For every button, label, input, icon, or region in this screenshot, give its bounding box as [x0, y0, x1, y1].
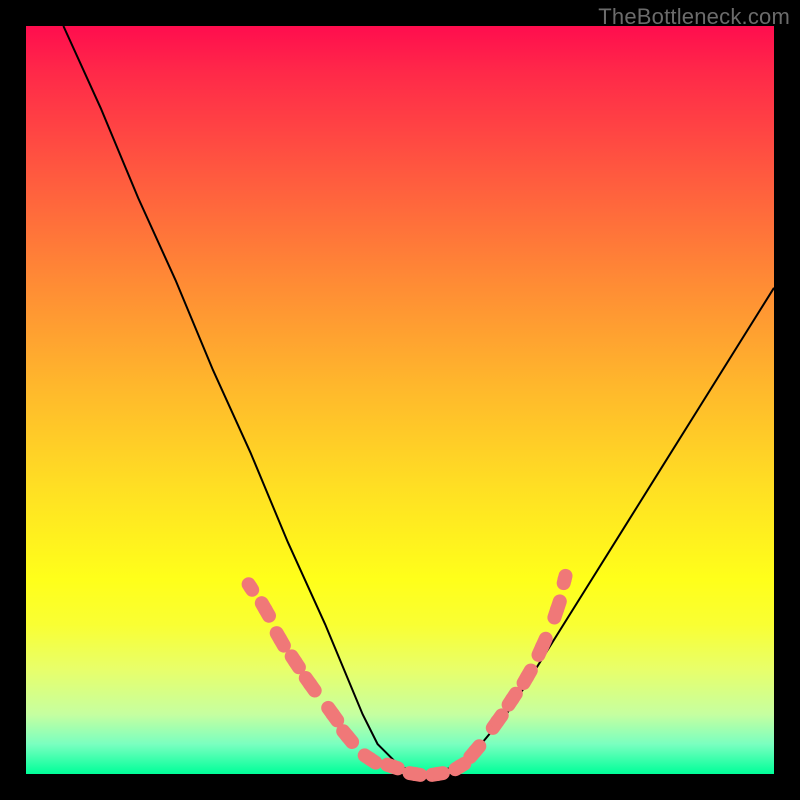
highlight-dot [258, 602, 272, 616]
highlight-markers [243, 573, 571, 782]
highlight-dot [243, 580, 257, 594]
highlight-dot [535, 640, 549, 654]
chart-svg [26, 26, 774, 774]
highlight-dot [453, 760, 467, 774]
highlight-dot [363, 752, 377, 766]
highlight-dot [273, 632, 287, 646]
highlight-dot [468, 745, 482, 759]
highlight-dot [408, 767, 422, 781]
highlight-dot [386, 760, 400, 774]
watermark-text: TheBottleneck.com [598, 4, 790, 30]
chart-plot-area [26, 26, 774, 774]
highlight-dot [505, 692, 519, 706]
highlight-dot [288, 655, 302, 669]
highlight-dot [558, 573, 572, 587]
highlight-dot [490, 715, 504, 729]
highlight-dot [326, 707, 340, 721]
bottleneck-curve [63, 26, 774, 774]
highlight-dot [430, 767, 444, 781]
highlight-dot [550, 602, 564, 616]
highlight-dot [303, 677, 317, 691]
highlight-dot [341, 730, 355, 744]
highlight-dot [520, 670, 534, 684]
